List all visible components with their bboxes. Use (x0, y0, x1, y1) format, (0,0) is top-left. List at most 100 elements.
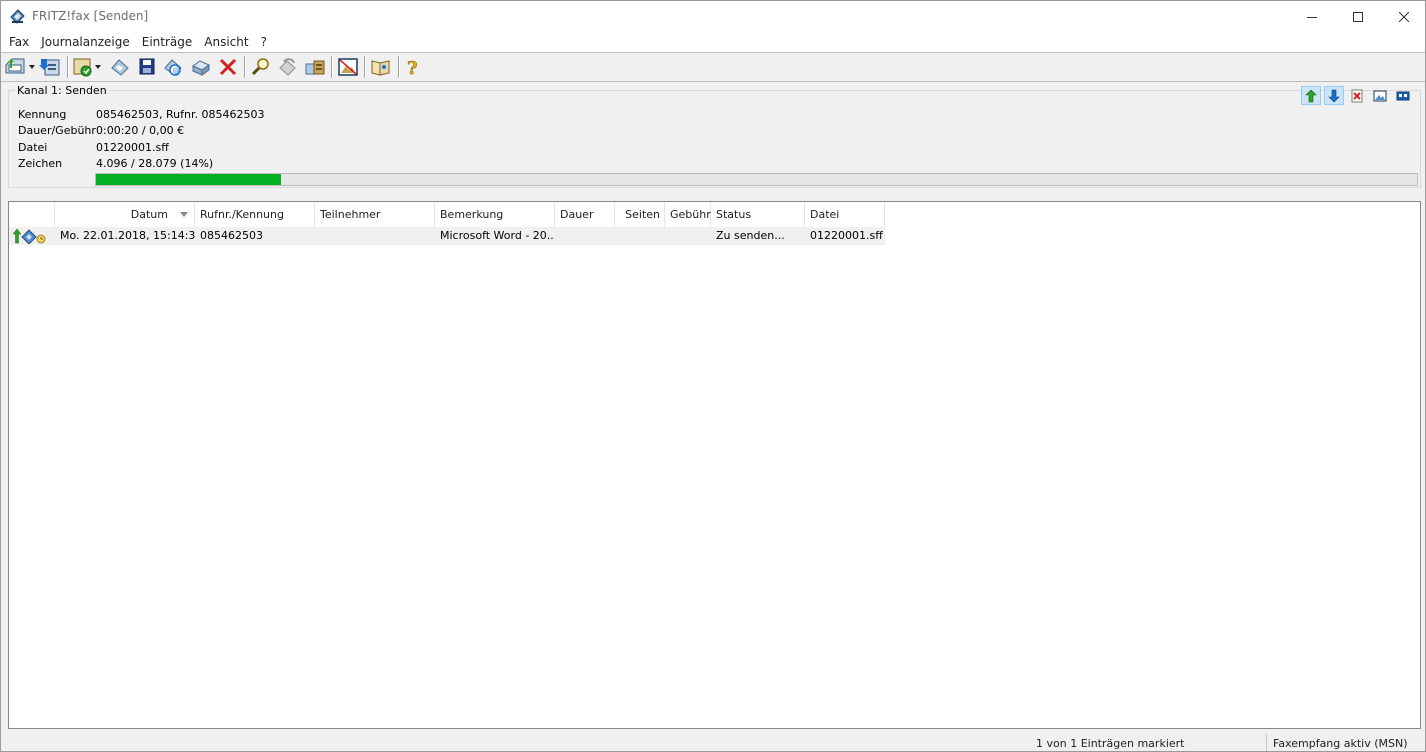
cell-dauer (555, 227, 615, 245)
menu-help[interactable]: ? (255, 32, 273, 52)
close-icon (1399, 11, 1409, 22)
delete-button[interactable] (216, 55, 240, 79)
new-entry-button[interactable] (72, 55, 104, 79)
menu-ansicht[interactable]: Ansicht (198, 32, 254, 52)
svg-text:?: ? (407, 58, 418, 78)
column-header-seiten[interactable]: Seiten (615, 202, 665, 227)
archive-icon (305, 60, 325, 75)
cancel-send-button[interactable] (1347, 86, 1367, 105)
column-header-dauer[interactable]: Dauer (555, 202, 615, 227)
toolbar-separator (364, 56, 366, 78)
cancel-icon (1351, 89, 1363, 102)
toolbar-separator (67, 56, 69, 78)
title-bar: FRITZ!fax [Senden] (1, 1, 1425, 32)
toolbar-separator (398, 56, 400, 78)
kennung-value: 085462503, Rufnr. 085462503 (96, 108, 265, 121)
address-book-icon (371, 60, 390, 76)
dauer-label: Dauer/Gebühr (18, 124, 96, 137)
receive-fax-button[interactable] (39, 55, 63, 79)
column-header-datei[interactable]: Datei (805, 202, 885, 227)
window-title: FRITZ!fax [Senden] (32, 9, 149, 23)
save-button[interactable] (135, 55, 159, 79)
send-fax-icon (5, 58, 35, 74)
collapse-panel-button[interactable] (1393, 86, 1413, 105)
column-header-rufnr[interactable]: Rufnr./Kennung (195, 202, 315, 227)
picture-button[interactable] (336, 55, 360, 79)
cell-teilnehmer (315, 227, 435, 245)
help-icon: ? (407, 58, 418, 78)
up-icon (1305, 89, 1317, 102)
column-header-bemerkung[interactable]: Bemerkung (435, 202, 555, 227)
kennung-label: Kennung (18, 108, 67, 121)
menu-bar: Fax Journalanzeige Einträge Ansicht ? (1, 32, 1425, 52)
outgoing-arrow-icon (12, 228, 22, 244)
selection-status: 1 von 1 Einträgen markiert (1036, 737, 1185, 750)
down-icon (1328, 89, 1340, 102)
print-icon (191, 60, 211, 76)
datei-label: Datei (18, 141, 48, 154)
fax-receive-status: Faxempfang aktiv (MSN) (1273, 737, 1408, 750)
cell-datei: 01220001.sff (810, 229, 883, 242)
cell-datum: Mo. 22.01.2018, 15:14:34 (60, 229, 195, 242)
picture-icon (338, 58, 358, 76)
sort-descending-icon (180, 212, 188, 217)
address-book-button[interactable] (369, 55, 393, 79)
row-type-icons (12, 228, 48, 245)
menu-eintraege[interactable]: Einträge (136, 32, 199, 52)
fax-journal-list[interactable]: Datum Rufnr./Kennung Teilnehmer Bemerkun… (8, 201, 1421, 729)
app-window: FRITZ!fax [Senden] Fax Journalanzeige Ei… (0, 0, 1426, 752)
mail-button[interactable]: @ (162, 55, 186, 79)
move-down-button[interactable] (1324, 86, 1344, 105)
column-header-teilnehmer[interactable]: Teilnehmer (315, 202, 435, 227)
maximize-button[interactable] (1335, 1, 1381, 32)
list-header: Datum Rufnr./Kennung Teilnehmer Bemerkun… (9, 202, 1420, 227)
table-row[interactable]: Mo. 22.01.2018, 15:14:34 085462503 Micro… (9, 227, 885, 245)
menu-fax[interactable]: Fax (3, 32, 35, 52)
cell-rufnr: 085462503 (200, 229, 263, 242)
help-button[interactable]: ? (402, 55, 424, 79)
datei-value: 01220001.sff (96, 141, 169, 154)
mail-icon: @ (164, 59, 182, 76)
toolbar: @ ? (1, 53, 1425, 81)
pending-clock-icon (36, 234, 46, 244)
forward-icon (279, 58, 296, 76)
search-icon (251, 58, 269, 76)
forward-button[interactable] (276, 55, 300, 79)
column-header-datum[interactable]: Datum (55, 202, 195, 227)
send-fax-button[interactable] (4, 55, 36, 79)
cell-bemerkung: Microsoft Word - 20... (440, 229, 555, 242)
svg-text:@: @ (173, 67, 180, 75)
close-button[interactable] (1381, 1, 1425, 32)
receive-fax-icon (39, 59, 60, 76)
status-bar: 1 von 1 Einträgen markiert Faxempfang ak… (1, 732, 1425, 751)
new-entry-icon (73, 58, 101, 77)
cell-gebuehr (665, 227, 711, 245)
progress-fill (96, 174, 281, 185)
column-header-gebuehr[interactable]: Gebühr (665, 202, 711, 227)
view-document-button[interactable] (1370, 86, 1390, 105)
delete-icon (219, 58, 237, 76)
fritzfax-app-icon (9, 8, 26, 25)
reply-button[interactable] (108, 55, 132, 79)
channel-title: Kanal 1: Senden (15, 84, 109, 98)
menu-journalanzeige[interactable]: Journalanzeige (35, 32, 135, 52)
column-header-status[interactable]: Status (711, 202, 805, 227)
move-up-button[interactable] (1301, 86, 1321, 105)
zeichen-value: 4.096 / 28.079 (14%) (96, 157, 214, 170)
transfer-progress-bar (95, 173, 1418, 186)
cell-seiten (615, 227, 665, 245)
column-header-datum-label: Datum (130, 208, 168, 221)
minimize-icon (1307, 16, 1317, 18)
save-icon (139, 58, 155, 75)
toolbar-separator (244, 56, 246, 78)
minimize-button[interactable] (1289, 1, 1335, 32)
archive-button[interactable] (303, 55, 327, 79)
zeichen-label: Zeichen (18, 157, 63, 170)
search-button[interactable] (249, 55, 273, 79)
print-button[interactable] (189, 55, 213, 79)
view-icon (1373, 90, 1387, 101)
maximize-icon (1353, 11, 1363, 22)
column-header-type[interactable] (9, 202, 55, 227)
status-divider (1266, 734, 1267, 751)
fax-doc-icon (21, 229, 37, 245)
